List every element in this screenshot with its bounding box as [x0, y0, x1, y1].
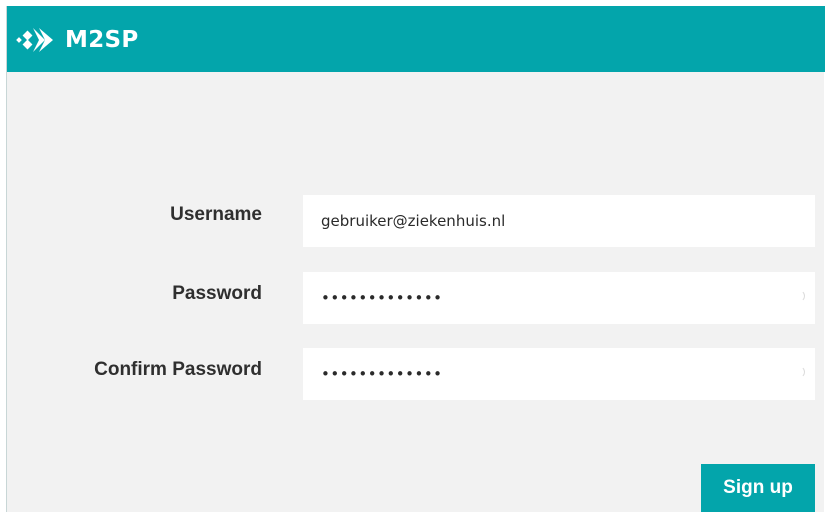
- confirm-password-label: Confirm Password: [94, 359, 262, 380]
- m2sp-logo-icon: [15, 25, 57, 55]
- app-header: M2SP: [7, 6, 825, 72]
- signup-button[interactable]: Sign up: [701, 464, 815, 512]
- username-field[interactable]: gebruiker@ziekenhuis.nl: [303, 195, 815, 247]
- username-label: Username: [170, 204, 262, 225]
- confirm-password-field[interactable]: •••••••••••••: [303, 348, 815, 400]
- signup-page: M2SP Username gebruiker@ziekenhuis.nl Pa…: [6, 6, 825, 512]
- password-field[interactable]: •••••••••••••: [303, 272, 815, 324]
- app-title: M2SP: [65, 27, 139, 53]
- confirm-password-value: •••••••••••••: [321, 365, 443, 383]
- password-value: •••••••••••••: [321, 289, 443, 307]
- spinner-icon: [793, 290, 805, 302]
- spinner-icon: [793, 366, 805, 378]
- password-label: Password: [172, 283, 262, 304]
